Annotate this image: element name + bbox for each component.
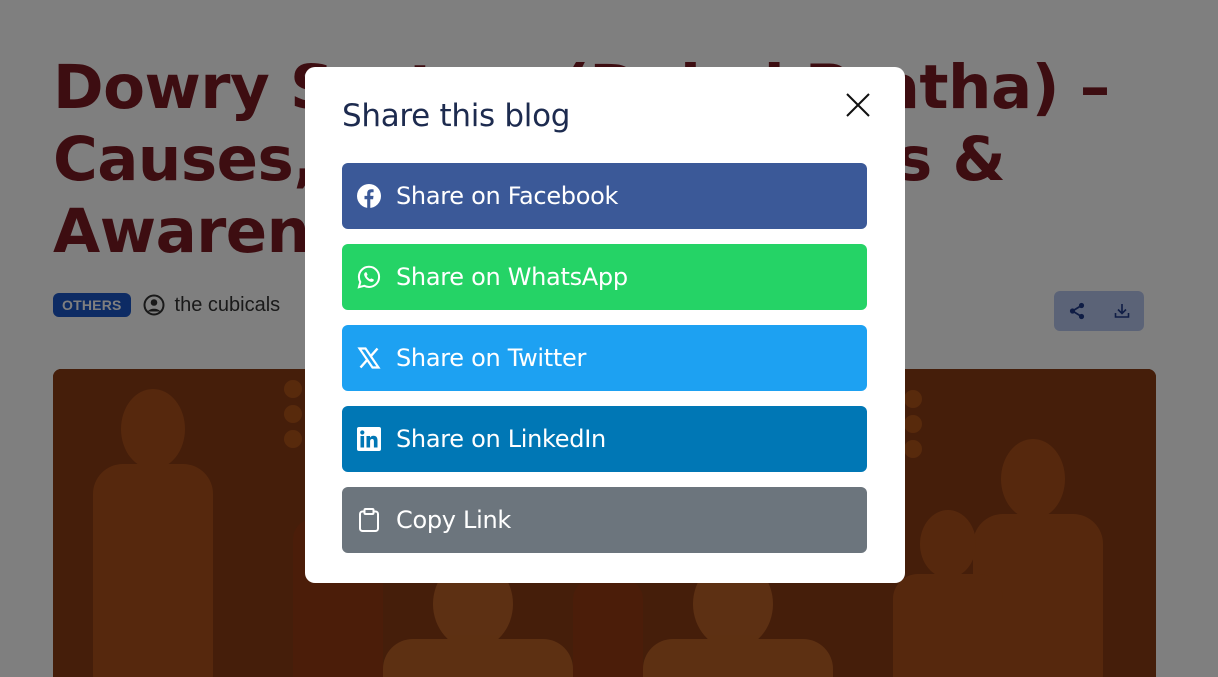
close-icon[interactable] <box>842 89 874 121</box>
share-modal: Share this blog Share on Facebook Share … <box>305 67 905 583</box>
whatsapp-icon <box>357 265 381 289</box>
linkedin-icon <box>357 427 381 451</box>
share-linkedin-button[interactable]: Share on LinkedIn <box>342 406 867 472</box>
copy-link-label: Copy Link <box>396 506 511 534</box>
facebook-icon <box>357 184 381 208</box>
share-facebook-button[interactable]: Share on Facebook <box>342 163 867 229</box>
share-twitter-label: Share on Twitter <box>396 344 587 372</box>
share-whatsapp-button[interactable]: Share on WhatsApp <box>342 244 867 310</box>
share-linkedin-label: Share on LinkedIn <box>396 425 606 453</box>
copy-link-button[interactable]: Copy Link <box>342 487 867 553</box>
modal-title: Share this blog <box>342 98 571 134</box>
share-whatsapp-label: Share on WhatsApp <box>396 263 628 291</box>
share-twitter-button[interactable]: Share on Twitter <box>342 325 867 391</box>
x-twitter-icon <box>357 346 381 370</box>
share-facebook-label: Share on Facebook <box>396 182 619 210</box>
clipboard-icon <box>357 508 381 532</box>
